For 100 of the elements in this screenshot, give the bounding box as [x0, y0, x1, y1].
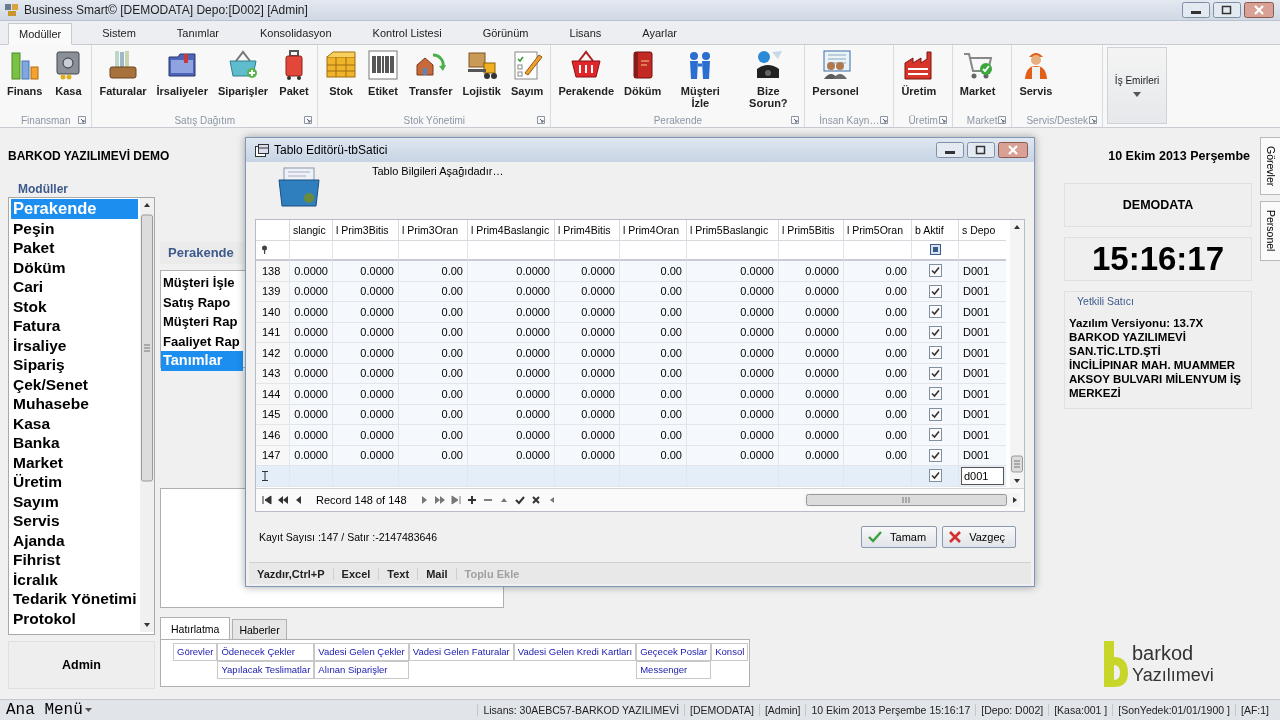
close-icon[interactable]: [998, 142, 1028, 158]
launcher-icon[interactable]: [998, 116, 1007, 124]
ribbon-tab[interactable]: Modüller: [8, 23, 73, 45]
link[interactable]: Vadesi Gelen Kredi Kartları: [513, 643, 637, 661]
ribbon-button[interactable]: Stok: [320, 49, 363, 97]
ribbon-tab[interactable]: Ayarlar: [631, 23, 688, 44]
module-item[interactable]: Cari: [11, 277, 138, 297]
link[interactable]: Geçecek Poslar: [636, 643, 712, 661]
launcher-icon[interactable]: [791, 116, 800, 124]
module-item[interactable]: Döküm: [11, 257, 138, 277]
cross-icon[interactable]: [530, 495, 541, 505]
table-cell[interactable]: [467, 466, 554, 487]
module-item[interactable]: Banka: [11, 433, 138, 453]
ribbon-button[interactable]: Döküm: [619, 49, 667, 97]
ribbon-button[interactable]: Bize Sorun?: [734, 49, 803, 109]
close-icon[interactable]: [1244, 2, 1274, 18]
ribbon-button[interactable]: Personel: [807, 49, 864, 97]
table-cell[interactable]: [686, 466, 778, 487]
module-item[interactable]: Protokol: [11, 608, 138, 628]
ribbon-tab[interactable]: Kontrol Listesi: [361, 23, 453, 44]
plus-icon[interactable]: [466, 495, 477, 505]
launcher-icon[interactable]: [78, 116, 87, 124]
next-page-icon[interactable]: [434, 495, 445, 505]
minimize-icon[interactable]: [1182, 2, 1210, 18]
table-cell[interactable]: [554, 466, 619, 487]
launcher-icon[interactable]: [880, 116, 889, 124]
ribbon-button[interactable]: Lojistik: [457, 49, 506, 97]
ribbon-button[interactable]: Müşteri İzle: [666, 49, 735, 109]
column-header[interactable]: l Prim3Bitis: [332, 220, 398, 241]
table-cell[interactable]: [843, 466, 911, 487]
table-cell[interactable]: [619, 466, 686, 487]
link[interactable]: Yapılacak Teslimatlar: [217, 661, 315, 679]
ribbon-button[interactable]: Etiket: [362, 49, 405, 97]
module-item[interactable]: Çek/Senet: [11, 374, 138, 394]
ribbon-button[interactable]: Sayım: [506, 49, 549, 97]
link[interactable]: Alınan Siparişler: [314, 661, 409, 679]
restore-icon[interactable]: [1213, 2, 1241, 18]
first-record-icon[interactable]: [262, 495, 272, 505]
filter-checkbox-icon[interactable]: [929, 244, 941, 256]
column-header[interactable]: l Prim4Baslangic: [467, 220, 554, 241]
previous-record-icon[interactable]: [294, 495, 304, 505]
module-item[interactable]: Kasa: [11, 413, 138, 433]
column-header[interactable]: l Prim5Baslangic: [686, 220, 778, 241]
dialog-button[interactable]: Tamam: [861, 526, 938, 548]
link[interactable]: Görevler: [173, 643, 218, 661]
module-item[interactable]: İcralık: [11, 569, 138, 589]
previous-page-icon[interactable]: [278, 495, 288, 505]
column-header[interactable]: l Prim5Bitis: [778, 220, 843, 241]
side-tab[interactable]: Görevler: [1260, 137, 1280, 196]
launcher-icon[interactable]: [938, 116, 947, 124]
module-item[interactable]: Fatura: [11, 316, 138, 336]
module-item[interactable]: İrsaliye: [11, 335, 138, 355]
minimize-icon[interactable]: [936, 142, 964, 158]
check-icon[interactable]: [514, 495, 525, 505]
ribbon-button[interactable]: Faturalar: [94, 49, 152, 97]
toolbar-button[interactable]: Excel: [333, 567, 380, 580]
ribbon-button[interactable]: Perakende: [553, 49, 620, 97]
module-item[interactable]: Market: [11, 452, 138, 472]
ribbon-tab[interactable]: Tanımlar: [165, 23, 230, 44]
ribbon-tab[interactable]: Sistem: [91, 23, 147, 44]
checkbox[interactable]: [928, 284, 942, 298]
module-item[interactable]: Servis: [11, 511, 138, 531]
module-item[interactable]: Sayım: [11, 491, 138, 511]
menu-button[interactable]: Ana Menü: [6, 701, 92, 719]
table-cell[interactable]: [332, 466, 398, 487]
module-item[interactable]: Sipariş: [11, 355, 138, 375]
column-header[interactable]: l Prim4Oran: [619, 220, 686, 241]
module-item[interactable]: Peşin: [11, 218, 138, 238]
ribbon-button[interactable]: Transfer: [404, 49, 458, 97]
dropdown-button[interactable]: İş Emirleri: [1107, 47, 1168, 124]
checkbox[interactable]: [928, 448, 942, 462]
link[interactable]: Konsol: [711, 643, 749, 661]
tab[interactable]: Haberler: [232, 619, 287, 639]
filter-icon[interactable]: [261, 245, 268, 255]
table-cell[interactable]: [398, 466, 467, 487]
input-field[interactable]: d001: [961, 467, 1004, 485]
module-item[interactable]: Ajanda: [11, 530, 138, 550]
checkbox[interactable]: [928, 346, 942, 360]
tab[interactable]: Hatırlatma: [160, 617, 231, 639]
ribbon-button[interactable]: Finans: [2, 49, 48, 97]
ribbon-button[interactable]: Servis: [1014, 49, 1058, 97]
table-cell[interactable]: [778, 466, 843, 487]
report-item[interactable]: Satış Rapo: [161, 292, 243, 312]
checkbox[interactable]: [928, 305, 942, 319]
table-cell[interactable]: [289, 466, 332, 487]
checkbox[interactable]: [928, 325, 942, 339]
launcher-icon[interactable]: [304, 116, 313, 124]
link[interactable]: Ödenecek Çekler: [217, 643, 315, 661]
scrollbar[interactable]: [140, 198, 154, 632]
checkbox[interactable]: [928, 387, 942, 401]
ribbon-tab[interactable]: Görünüm: [471, 23, 540, 44]
checkbox[interactable]: [928, 469, 942, 483]
toolbar-button[interactable]: Yazdır,Ctrl+P: [249, 567, 334, 580]
column-header[interactable]: l Prim3Oran: [398, 220, 467, 241]
column-header[interactable]: l Prim4Bitis: [554, 220, 619, 241]
ribbon-tab[interactable]: Konsolidasyon: [249, 23, 343, 44]
module-item[interactable]: Stok: [11, 296, 138, 316]
toolbar-button[interactable]: Text: [379, 567, 419, 580]
checkbox[interactable]: [928, 264, 942, 278]
link[interactable]: Messenger: [636, 661, 712, 679]
